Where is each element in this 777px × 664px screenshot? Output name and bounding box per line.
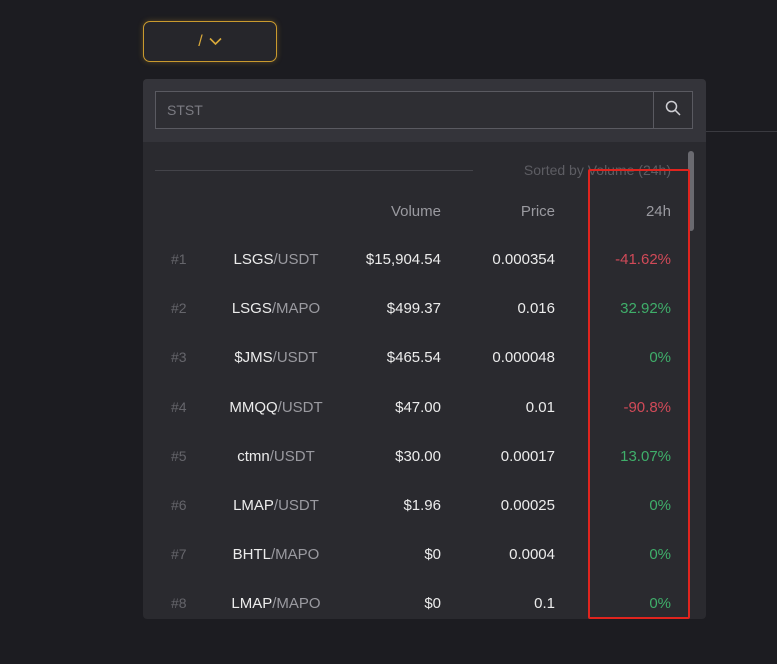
- row-volume: $0: [424, 595, 441, 613]
- row-volume: $30.00: [395, 447, 441, 465]
- search-button[interactable]: [653, 92, 692, 128]
- table-row[interactable]: #6 LMAP/USDT $1.96 0.00025 0%: [143, 482, 706, 531]
- column-header-price[interactable]: Price: [521, 203, 555, 220]
- pair-base: LSGS: [231, 300, 272, 318]
- search-box: [155, 91, 693, 129]
- pair-quote: /MAPO: [271, 546, 320, 564]
- row-pair: $JMS/USDT: [143, 349, 409, 366]
- pair-quote: /USDT: [272, 349, 318, 367]
- search-area: [143, 79, 706, 142]
- search-input[interactable]: [156, 92, 653, 128]
- row-price: 0.000354: [492, 251, 555, 268]
- row-change: -90.8%: [623, 398, 671, 416]
- search-icon: [665, 100, 681, 121]
- pair-quote: /MAPO: [271, 300, 321, 318]
- pair-quote: /USDT: [269, 447, 315, 465]
- table-row[interactable]: #7 BHTL/MAPO $0 0.0004 0%: [143, 531, 706, 580]
- row-volume: $465.54: [386, 349, 441, 367]
- scrollbar-thumb[interactable]: [688, 151, 694, 231]
- pair-base: MMQQ: [229, 398, 278, 416]
- row-pair: MMQQ/USDT: [143, 399, 409, 416]
- row-price: 0.01: [525, 398, 555, 416]
- sort-divider: [155, 170, 473, 171]
- table-row[interactable]: #5 ctmn/USDT $30.00 0.00017 13.07%: [143, 433, 706, 482]
- row-volume: $15,904.54: [365, 251, 441, 268]
- chevron-down-icon: [209, 37, 222, 46]
- table-row[interactable]: #1 LSGS/USDT $15,904.54 0.000354 -41.62%: [143, 236, 706, 285]
- table-row[interactable]: #2 LSGS/MAPO $499.37 0.016 32.92%: [143, 285, 706, 334]
- sort-indicator: Sorted by Volume (24h): [155, 161, 675, 181]
- row-price: 0.016: [517, 300, 555, 318]
- pair-quote: /USDT: [273, 496, 319, 514]
- sort-label: Sorted by Volume (24h): [523, 162, 671, 178]
- table-row[interactable]: #8 LMAP/MAPO $0 0.1 0%: [143, 580, 706, 619]
- row-volume: $0: [424, 546, 441, 564]
- row-change: 0%: [649, 496, 671, 514]
- pair-selector-label: /: [198, 32, 203, 50]
- row-volume: $499.37: [386, 300, 441, 318]
- row-price: 0.0004: [509, 546, 555, 564]
- pair-quote: /USDT: [273, 251, 319, 268]
- table-row[interactable]: #4 MMQQ/USDT $47.00 0.01 -90.8%: [143, 384, 706, 433]
- column-header-24h[interactable]: 24h: [646, 203, 671, 220]
- row-change: -41.62%: [615, 251, 671, 268]
- row-price: 0.1: [534, 595, 555, 613]
- row-pair: LMAP/USDT: [143, 497, 409, 514]
- row-price: 0.000048: [492, 349, 555, 367]
- row-volume: $47.00: [395, 398, 441, 416]
- row-volume: $1.96: [403, 496, 441, 514]
- pair-base: $JMS: [234, 349, 273, 367]
- pair-list: #1 LSGS/USDT $15,904.54 0.000354 -41.62%…: [143, 236, 706, 619]
- row-change: 13.07%: [620, 447, 671, 465]
- row-change: 0%: [649, 546, 671, 564]
- pair-base: LMAP: [231, 595, 273, 613]
- pair-quote: /USDT: [277, 398, 323, 416]
- pair-base: LSGS: [233, 251, 274, 268]
- pair-selector-button[interactable]: /: [143, 21, 277, 62]
- row-change: 32.92%: [620, 300, 671, 318]
- row-price: 0.00025: [500, 496, 555, 514]
- row-change: 0%: [649, 595, 671, 613]
- table-row[interactable]: #3 $JMS/USDT $465.54 0.000048 0%: [143, 334, 706, 383]
- pair-quote: /MAPO: [272, 595, 321, 613]
- column-header-volume[interactable]: Volume: [391, 203, 441, 220]
- pair-base: ctmn: [237, 447, 270, 465]
- pair-dropdown-panel: Sorted by Volume (24h) Volume Price 24h …: [143, 79, 706, 619]
- scrollbar[interactable]: [688, 147, 694, 612]
- row-price: 0.00017: [500, 447, 555, 465]
- background-divider: [706, 131, 777, 132]
- row-pair: ctmn/USDT: [143, 448, 409, 465]
- row-pair: LSGS/MAPO: [143, 300, 409, 317]
- row-change: 0%: [649, 349, 671, 367]
- pair-base: LMAP: [233, 496, 274, 514]
- pair-base: BHTL: [232, 546, 271, 564]
- row-pair: BHTL/MAPO: [143, 546, 409, 563]
- row-pair: LMAP/MAPO: [143, 595, 409, 612]
